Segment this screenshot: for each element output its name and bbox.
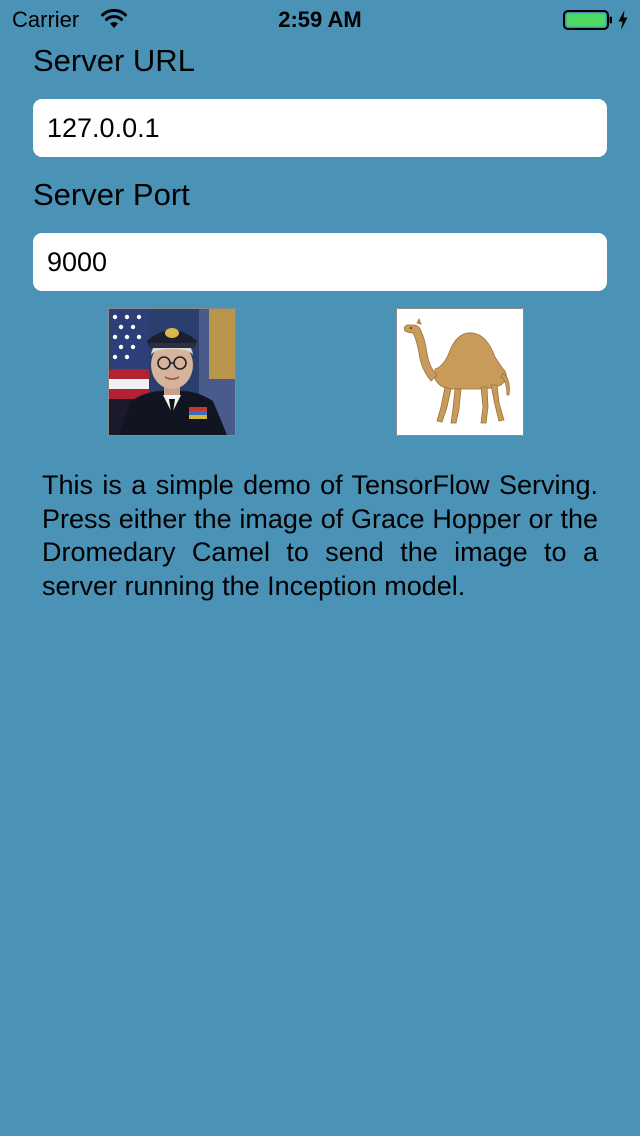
- description-text: This is a simple demo of TensorFlow Serv…: [42, 470, 598, 601]
- server-url-label: Server URL: [33, 43, 195, 78]
- grace-hopper-portrait-icon: [109, 309, 235, 435]
- server-url-input[interactable]: [33, 99, 607, 157]
- dromedary-camel-image-button[interactable]: [396, 308, 524, 436]
- battery-icon: [563, 10, 613, 30]
- status-bar: Carrier 2:59 AM: [0, 0, 640, 40]
- server-port-label: Server Port: [33, 177, 190, 212]
- server-port-input[interactable]: [33, 233, 607, 291]
- status-time: 2:59 AM: [278, 7, 362, 32]
- dromedary-camel-icon: [397, 309, 523, 435]
- grace-hopper-image-button[interactable]: [108, 308, 236, 436]
- charging-icon: [617, 9, 629, 31]
